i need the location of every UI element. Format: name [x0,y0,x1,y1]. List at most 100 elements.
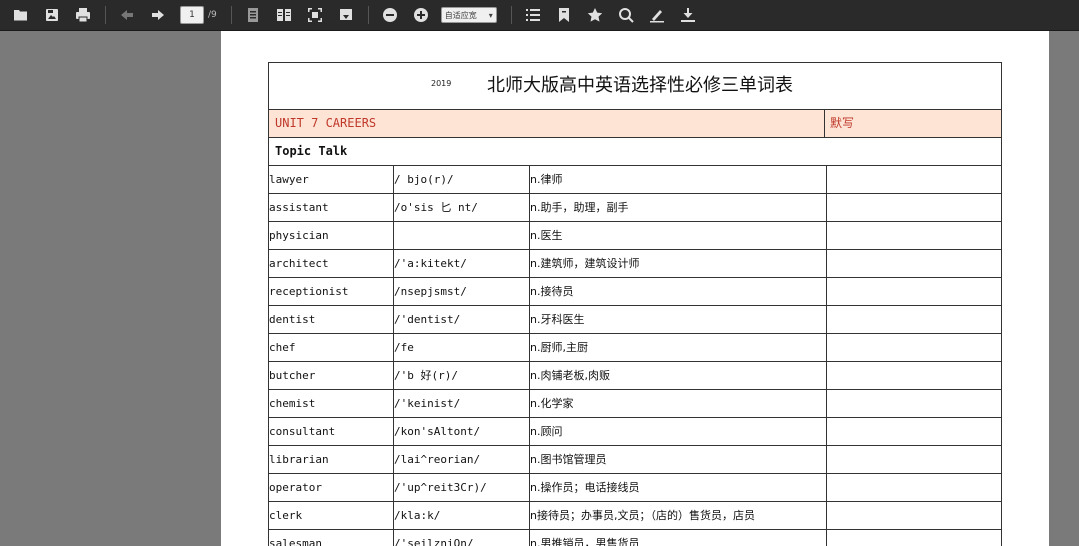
word-cell: chef [269,334,394,361]
title-row: 2019 北师大版高中英语选择性必修三单词表 [269,63,1001,110]
word-cell: salesman [269,530,394,546]
table-row: butcher/'b 好(r)/n.肉铺老板,肉贩 [269,362,1001,390]
bookmark-icon[interactable] [553,4,575,26]
single-page-icon[interactable] [242,4,264,26]
document-page: 2019 北师大版高中英语选择性必修三单词表 UNIT 7 CAREERS 默写… [221,31,1049,546]
topic-label: Topic Talk [269,138,1001,166]
table-row: chef/fe n.厨师,主厨 [269,334,1001,362]
meaning-cell: n.肉铺老板,肉贩 [530,362,827,389]
phonetic-cell: /lai^reorian/ [394,446,530,473]
word-rows: lawyer / bjo(r)/n.律师 assistant/o'sis 匕 nt/… [269,166,1001,546]
fit-page-icon[interactable] [304,4,326,26]
page-number-input[interactable]: 1 [180,6,204,24]
word-cell: assistant [269,194,394,221]
dictation-cell [827,502,1001,529]
dictation-cell [827,362,1001,389]
phonetic-cell: /'b 好(r)/ [394,362,530,389]
meaning-cell: n.接待员 [530,278,827,305]
meaning-cell: n.化学家 [530,390,827,417]
toolbar-divider [367,6,369,24]
toolbar-divider [230,6,232,24]
meaning-cell: n.医生 [530,222,827,249]
meaning-cell: n.助手，助理，副手 [530,194,827,221]
open-folder-icon[interactable] [10,4,32,26]
dictation-cell [827,474,1001,501]
phonetic-cell: /'up^reit3Cr)/ [394,474,530,501]
toolbar-divider [105,6,106,24]
chevron-down-icon: ▾ [488,10,493,20]
document-year: 2019 [431,79,452,88]
outline-list-icon[interactable] [522,4,544,26]
phonetic-cell: /fe [394,334,530,361]
meaning-cell: n.牙科医生 [530,306,827,333]
dictation-cell [827,250,1001,277]
table-row: salesman/'seilzniQn/n.男推销员，男售货员 [269,530,1001,546]
table-row: clerk/kla:k/n接待员；办事员,文员；（店的）售货员，店员 [269,502,1001,530]
annotate-pen-icon[interactable] [646,4,668,26]
phonetic-cell: / bjo(r)/ [394,166,530,193]
dictation-label: 默写 [830,116,855,130]
fit-width-icon[interactable] [335,4,357,26]
unit-header-row: UNIT 7 CAREERS 默写 [269,110,1001,138]
document-viewer[interactable]: 2019 北师大版高中英语选择性必修三单词表 UNIT 7 CAREERS 默写… [0,31,1079,546]
toolbar-divider [510,6,512,24]
word-cell: librarian [269,446,394,473]
phonetic-cell: /o'sis 匕 nt/ [394,194,530,221]
word-cell: lawyer [269,166,394,193]
meaning-cell: n.图书馆管理员 [530,446,827,473]
next-page-icon[interactable] [147,4,169,26]
vocabulary-table: 2019 北师大版高中英语选择性必修三单词表 UNIT 7 CAREERS 默写… [268,62,1002,546]
word-cell: operator [269,474,394,501]
table-row: chemist/'keinist/n.化学家 [269,390,1001,418]
dictation-cell [827,530,1001,546]
word-cell: architect [269,250,394,277]
phonetic-cell: /kla:k/ [394,502,530,529]
print-icon[interactable] [72,4,94,26]
table-row: architect/'a:kitekt/n.建筑师，建筑设计师 [269,250,1001,278]
dictation-cell [827,334,1001,361]
dictation-cell [827,306,1001,333]
download-icon[interactable] [677,4,699,26]
word-cell: butcher [269,362,394,389]
phonetic-cell: /'keinist/ [394,390,530,417]
zoom-out-icon[interactable] [379,4,401,26]
previous-page-icon[interactable] [116,4,138,26]
meaning-cell: n.建筑师，建筑设计师 [530,250,827,277]
phonetic-cell [394,222,530,249]
table-row: receptionist/nsepjsmst/n.接待员 [269,278,1001,306]
table-row: operator/'up^reit3Cr)/n.操作员；电话接线员 [269,474,1001,502]
document-title: 北师大版高中英语选择性必修三单词表 [487,75,793,96]
dictation-cell [827,194,1001,221]
dictation-cell [827,418,1001,445]
word-cell: chemist [269,390,394,417]
meaning-cell: n接待员；办事员,文员；（店的）售货员，店员 [530,502,827,529]
word-cell: dentist [269,306,394,333]
phonetic-cell: /'dentist/ [394,306,530,333]
dictation-cell [827,222,1001,249]
unit-label: UNIT 7 CAREERS [269,110,825,137]
zoom-in-icon[interactable] [410,4,432,26]
word-cell: consultant [269,418,394,445]
table-row: physician n.医生 [269,222,1001,250]
search-icon[interactable] [615,4,637,26]
table-row: consultant/kon'sAltont/n.顾问 [269,418,1001,446]
two-page-icon[interactable] [273,4,295,26]
dictation-cell [827,278,1001,305]
word-cell: physician [269,222,394,249]
phonetic-cell: /'a:kitekt/ [394,250,530,277]
phonetic-cell: /kon'sAltont/ [394,418,530,445]
table-row: lawyer / bjo(r)/n.律师 [269,166,1001,194]
zoom-select-value: 自适应宽 [444,10,477,20]
word-cell: receptionist [269,278,394,305]
zoom-select[interactable]: 自适应宽 ▾ [440,7,497,23]
phonetic-cell: /nsepjsmst/ [394,278,530,305]
table-row: dentist/'dentist/n.牙科医生 [269,306,1001,334]
word-cell: clerk [269,502,394,529]
star-icon[interactable] [584,4,606,26]
phonetic-cell: /'seilzniQn/ [394,530,530,546]
page-total-label: /9 [208,10,217,20]
meaning-cell: n.厨师,主厨 [530,334,827,361]
table-row: assistant/o'sis 匕 nt/n.助手，助理，副手 [269,194,1001,222]
save-image-icon[interactable] [41,4,63,26]
meaning-cell: n.律师 [530,166,827,193]
